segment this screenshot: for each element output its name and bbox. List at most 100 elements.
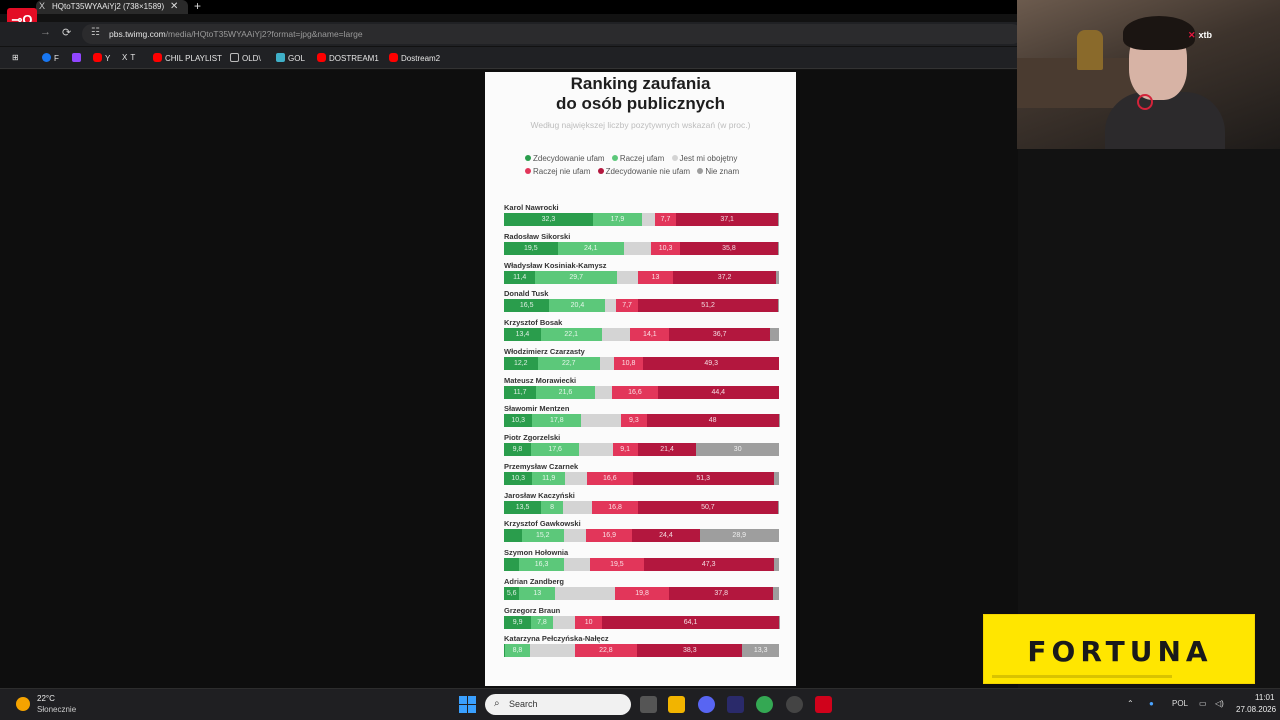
- new-tab-button[interactable]: +: [194, 0, 201, 12]
- sun-icon[interactable]: [16, 697, 30, 711]
- language-indicator[interactable]: POL: [1172, 699, 1188, 708]
- bar-segment: [601, 328, 631, 341]
- bar-segment: 50,7: [638, 500, 778, 514]
- row-name: Włodzimierz Czarzasty: [504, 346, 585, 356]
- bar-segment: 24,4: [632, 529, 700, 543]
- legend-item: Raczej nie ufam: [525, 167, 590, 176]
- bar-segment: 49,3: [643, 356, 779, 370]
- bookmark-x-t[interactable]: XT: [122, 53, 135, 65]
- bar-segment: 17,6: [530, 443, 580, 456]
- forward-icon[interactable]: →: [40, 26, 51, 38]
- bar-segment: 13,5: [504, 500, 542, 514]
- taskbar-search[interactable]: ⌕ Search: [485, 694, 631, 715]
- bookmark-gol[interactable]: GOL: [276, 53, 305, 65]
- bar-segment: [617, 270, 638, 284]
- bar-segment: 36,7: [669, 328, 771, 341]
- bar-segment: [563, 500, 592, 514]
- discord-icon[interactable]: [698, 696, 715, 713]
- reload-icon[interactable]: ⟳: [62, 26, 71, 39]
- search-icon: ⌕: [494, 698, 500, 709]
- bar-segment: [642, 213, 655, 226]
- bar-segment: 9,3: [621, 414, 647, 428]
- bar-segment: 13,4: [504, 328, 541, 341]
- task-view-icon[interactable]: [640, 696, 657, 713]
- clock-time[interactable]: 11:01: [1255, 693, 1274, 702]
- app-icon-3[interactable]: [815, 696, 832, 713]
- legend-row-2: Raczej nie ufam Zdecydowanie nie ufam Ni…: [525, 167, 805, 176]
- close-tab-icon[interactable]: ✕: [170, 0, 178, 13]
- stacked-bar: 16,3 19,5 47,3: [504, 558, 779, 571]
- app-icon[interactable]: [727, 696, 744, 713]
- bar-segment: 12,2: [504, 356, 538, 370]
- site-info-icon[interactable]: ☷: [91, 27, 100, 38]
- stacked-bar: 9,8 17,6 9,1 21,4 30: [504, 443, 779, 456]
- tray-chevron-icon[interactable]: ⌃: [1127, 699, 1134, 708]
- bar-segment: [773, 586, 779, 600]
- bookmark-facebook[interactable]: F: [42, 53, 59, 65]
- bar-segment: [529, 644, 575, 658]
- network-icon[interactable]: ▭: [1199, 699, 1207, 708]
- weather-description[interactable]: Słonecznie: [37, 705, 76, 714]
- stacked-bar: 32,3 17,9 7,7 37,1: [504, 213, 779, 226]
- bar-segment: 16,6: [587, 471, 633, 485]
- file-explorer-icon[interactable]: [668, 696, 685, 713]
- bookmarks-bar: ⊞ F Y XT CHIL PLAYLIST OLD\ GOL DOSTREAM…: [0, 47, 1018, 69]
- bar-segment: 16,5: [504, 299, 550, 313]
- stacked-bar: 8,8 22,8 38,3 13,3: [504, 644, 779, 658]
- row-name: Grzegorz Braun: [504, 605, 561, 615]
- stacked-bar: 16,5 20,4 7,7 51,2: [504, 299, 779, 313]
- app-icon-2[interactable]: [786, 696, 803, 713]
- clock-date[interactable]: 27.08.2026: [1236, 705, 1276, 714]
- bar-segment: 17,8: [532, 414, 582, 428]
- bar-segment: [581, 414, 622, 428]
- weather-temperature[interactable]: 22°C: [37, 694, 55, 703]
- bar-segment: 16,6: [612, 385, 658, 399]
- bookmark-twitch[interactable]: [72, 53, 84, 65]
- bookmark-dostream2[interactable]: Dostream2: [389, 53, 440, 65]
- infographic-image[interactable]: Ranking zaufania do osób publicznych Wed…: [485, 72, 796, 686]
- bar-segment: 9,8: [504, 443, 531, 456]
- address-bar[interactable]: ☷ pbs.twimg.com/media/HQtoT35WYAAiYj2?fo…: [82, 24, 1022, 44]
- start-button[interactable]: [459, 696, 476, 713]
- stacked-bar: 12,2 22,7 10,8 49,3: [504, 356, 779, 370]
- folder-icon: [230, 53, 239, 62]
- bar-segment: 17,9: [592, 213, 643, 226]
- bar-segment: 11,9: [532, 471, 566, 485]
- bar-segment: [552, 615, 575, 629]
- bookmark-chil-playlist[interactable]: CHIL PLAYLIST: [153, 53, 222, 65]
- bar-segment: 10,3: [651, 241, 680, 255]
- volume-icon[interactable]: ◁): [1215, 699, 1224, 708]
- bar-segment: 9,9: [504, 615, 532, 629]
- bookmark-dostream1[interactable]: DOSTREAM1: [317, 53, 379, 65]
- youtube-icon: [153, 53, 162, 62]
- youtube-icon: [93, 53, 102, 62]
- fortuna-logo: FORTUNA: [1027, 635, 1213, 668]
- bookmark-youtube-y[interactable]: Y: [93, 53, 110, 65]
- chrome-icon[interactable]: [756, 696, 773, 713]
- stacked-bar: 11,7 21,6 16,6 44,4: [504, 385, 779, 399]
- youtube-icon: [317, 53, 326, 62]
- bar-segment: [504, 558, 520, 571]
- bar-segment: 10,3: [504, 471, 533, 485]
- youtube-icon: [389, 53, 398, 62]
- bar-segment: [579, 443, 613, 456]
- bookmark-folder-old[interactable]: OLD\: [230, 53, 261, 65]
- row-name: Radosław Sikorski: [504, 231, 571, 241]
- x-icon: X: [122, 53, 128, 62]
- apps-grid-icon[interactable]: ⊞: [12, 53, 19, 65]
- screen: X HQtoT35WYAAiYj2 (738×1589) ✕ + ⊸O → ⟳ …: [0, 0, 1280, 720]
- bar-segment: 22,8: [574, 644, 638, 658]
- bar-segment: [504, 529, 522, 543]
- microphone-icon[interactable]: ●: [1149, 699, 1154, 708]
- bar-segment: [778, 213, 779, 226]
- bar-segment: 21,4: [637, 443, 697, 456]
- bar-segment: 7,7: [616, 299, 638, 313]
- bar-segment: 51,3: [632, 471, 774, 485]
- bar-segment: 19,5: [590, 558, 644, 571]
- stacked-bar: 19,5 24,1 10,3 35,8: [504, 241, 779, 255]
- facebook-icon: [42, 53, 51, 62]
- bar-segment: 37,8: [669, 586, 774, 600]
- url-text[interactable]: pbs.twimg.com/media/HQtoT35WYAAiYj2?form…: [109, 29, 363, 39]
- browser-tab[interactable]: X HQtoT35WYAAiYj2 (738×1589): [36, 0, 188, 14]
- row-name: Władysław Kosiniak-Kamysz: [504, 260, 607, 270]
